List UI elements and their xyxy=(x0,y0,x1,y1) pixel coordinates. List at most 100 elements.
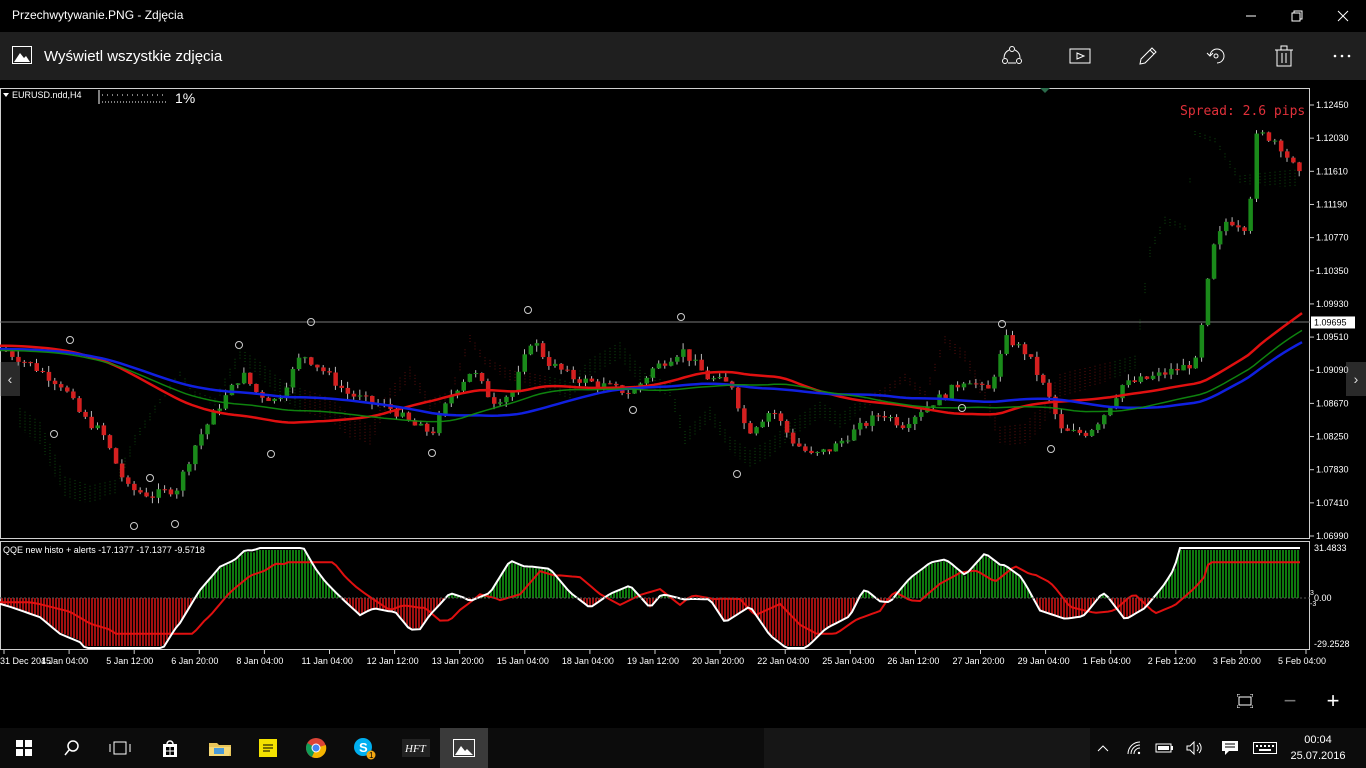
more-icon xyxy=(1333,54,1351,58)
battery-button[interactable] xyxy=(1154,728,1176,768)
share-button[interactable] xyxy=(992,40,1032,72)
rotate-icon xyxy=(1206,48,1225,64)
network-button[interactable] xyxy=(1124,728,1146,768)
candle-body xyxy=(870,415,875,426)
candle-body xyxy=(193,445,198,465)
restore-button[interactable] xyxy=(1274,0,1320,32)
delete-button[interactable] xyxy=(1264,40,1304,72)
chevron-up-icon xyxy=(1097,745,1109,752)
candle-body xyxy=(132,483,137,491)
view-all-photos-link[interactable]: Wyświetl wszystkie zdjęcia xyxy=(44,48,222,65)
candle-body xyxy=(339,385,344,388)
candle-body xyxy=(766,413,771,422)
task-view-button[interactable] xyxy=(96,728,144,768)
candle-body xyxy=(571,369,576,380)
taskbar-clock[interactable]: 00:04 25.07.2016 xyxy=(1288,732,1348,764)
show-hidden-icons-button[interactable] xyxy=(1092,728,1114,768)
candle-body xyxy=(1022,344,1028,355)
time-tick-label: 19 Jan 12:00 xyxy=(627,656,679,666)
candle-body xyxy=(919,412,924,417)
chevron-right-icon: › xyxy=(1353,371,1359,387)
candle-body xyxy=(675,356,680,362)
candle-body xyxy=(1163,372,1168,375)
more-button[interactable] xyxy=(1322,40,1362,72)
candle-body xyxy=(431,431,436,434)
sticky-notes-taskbar-button[interactable] xyxy=(244,728,292,768)
candle-body xyxy=(553,363,558,366)
candle-body xyxy=(876,415,881,417)
file-explorer-taskbar-button[interactable] xyxy=(196,728,244,768)
candle-body xyxy=(534,343,540,346)
zoom-out-button[interactable]: − xyxy=(1275,686,1305,716)
price-tick-label: 1.10770 xyxy=(1316,233,1349,243)
candle-body xyxy=(1285,151,1290,158)
price-tick-label: 1.11610 xyxy=(1316,166,1348,176)
candle-body xyxy=(205,424,210,435)
keyboard-icon xyxy=(1253,742,1277,754)
search-button[interactable] xyxy=(48,728,96,768)
store-taskbar-button[interactable] xyxy=(146,728,194,768)
symbol-label: EURUSD.ndd,H4 xyxy=(12,90,82,100)
next-photo-button[interactable]: › xyxy=(1346,362,1366,396)
zoom-in-button[interactable]: + xyxy=(1318,686,1348,716)
chrome-taskbar-button[interactable] xyxy=(292,728,340,768)
time-tick-label: 27 Jan 20:00 xyxy=(953,656,1005,666)
candle-body xyxy=(589,378,595,382)
candle-body xyxy=(101,425,107,436)
candle-body xyxy=(272,398,277,402)
svg-text:S: S xyxy=(359,740,368,755)
candle-body xyxy=(858,422,863,430)
candle-body xyxy=(973,383,979,385)
candle-body xyxy=(473,372,479,374)
candle-body xyxy=(504,396,509,403)
previous-photo-button[interactable]: ‹ xyxy=(0,362,20,396)
hft-taskbar-button[interactable]: HFT xyxy=(392,728,440,768)
photo-icon[interactable] xyxy=(12,46,32,64)
candle-body xyxy=(510,392,515,397)
minimize-button[interactable] xyxy=(1228,0,1274,32)
candle-body xyxy=(34,363,39,371)
candle-body xyxy=(845,440,851,442)
price-tick-label: 1.09930 xyxy=(1316,299,1349,309)
candle-body xyxy=(168,489,174,495)
keyboard-button[interactable] xyxy=(1250,728,1280,768)
candle-body xyxy=(107,435,113,449)
candle-body xyxy=(345,387,351,394)
candle-body xyxy=(760,421,765,428)
fit-icon xyxy=(1237,694,1253,708)
fit-to-window-button[interactable] xyxy=(1230,686,1260,716)
time-tick-label: 25 Jan 04:00 xyxy=(822,656,874,666)
minimize-icon xyxy=(1246,15,1256,17)
volume-button[interactable] xyxy=(1184,728,1206,768)
candle-body xyxy=(1059,414,1064,429)
candle-body xyxy=(986,384,991,389)
candle-body xyxy=(699,359,704,371)
candle-body xyxy=(309,357,314,365)
candle-body xyxy=(58,384,64,388)
rotate-button[interactable] xyxy=(1196,40,1236,72)
candle-body xyxy=(961,383,967,388)
skype-taskbar-button[interactable]: S1 xyxy=(340,728,388,768)
battery-icon xyxy=(1155,743,1173,753)
candle-body xyxy=(522,354,527,372)
candle-body xyxy=(644,377,649,384)
edit-button[interactable] xyxy=(1128,40,1168,72)
slideshow-button[interactable] xyxy=(1060,40,1100,72)
candle-body xyxy=(803,446,808,451)
window-title: Przechwytywanie.PNG - Zdjęcia xyxy=(12,8,184,22)
candle-body xyxy=(1217,231,1223,245)
candle-body xyxy=(351,393,357,397)
fractal-marker xyxy=(235,341,243,349)
time-tick-label: 5 Jan 12:00 xyxy=(106,656,153,666)
skype-badge: 1 xyxy=(369,751,374,760)
candle-body xyxy=(949,384,954,399)
candle-body xyxy=(187,464,192,472)
close-button[interactable] xyxy=(1320,0,1366,32)
candle-body xyxy=(229,384,235,396)
action-center-button[interactable] xyxy=(1218,728,1242,768)
candle-body xyxy=(162,489,168,491)
photos-taskbar-button[interactable] xyxy=(440,728,488,768)
candle-body xyxy=(784,421,790,433)
candle-body xyxy=(1095,424,1101,430)
start-button[interactable] xyxy=(0,728,48,768)
